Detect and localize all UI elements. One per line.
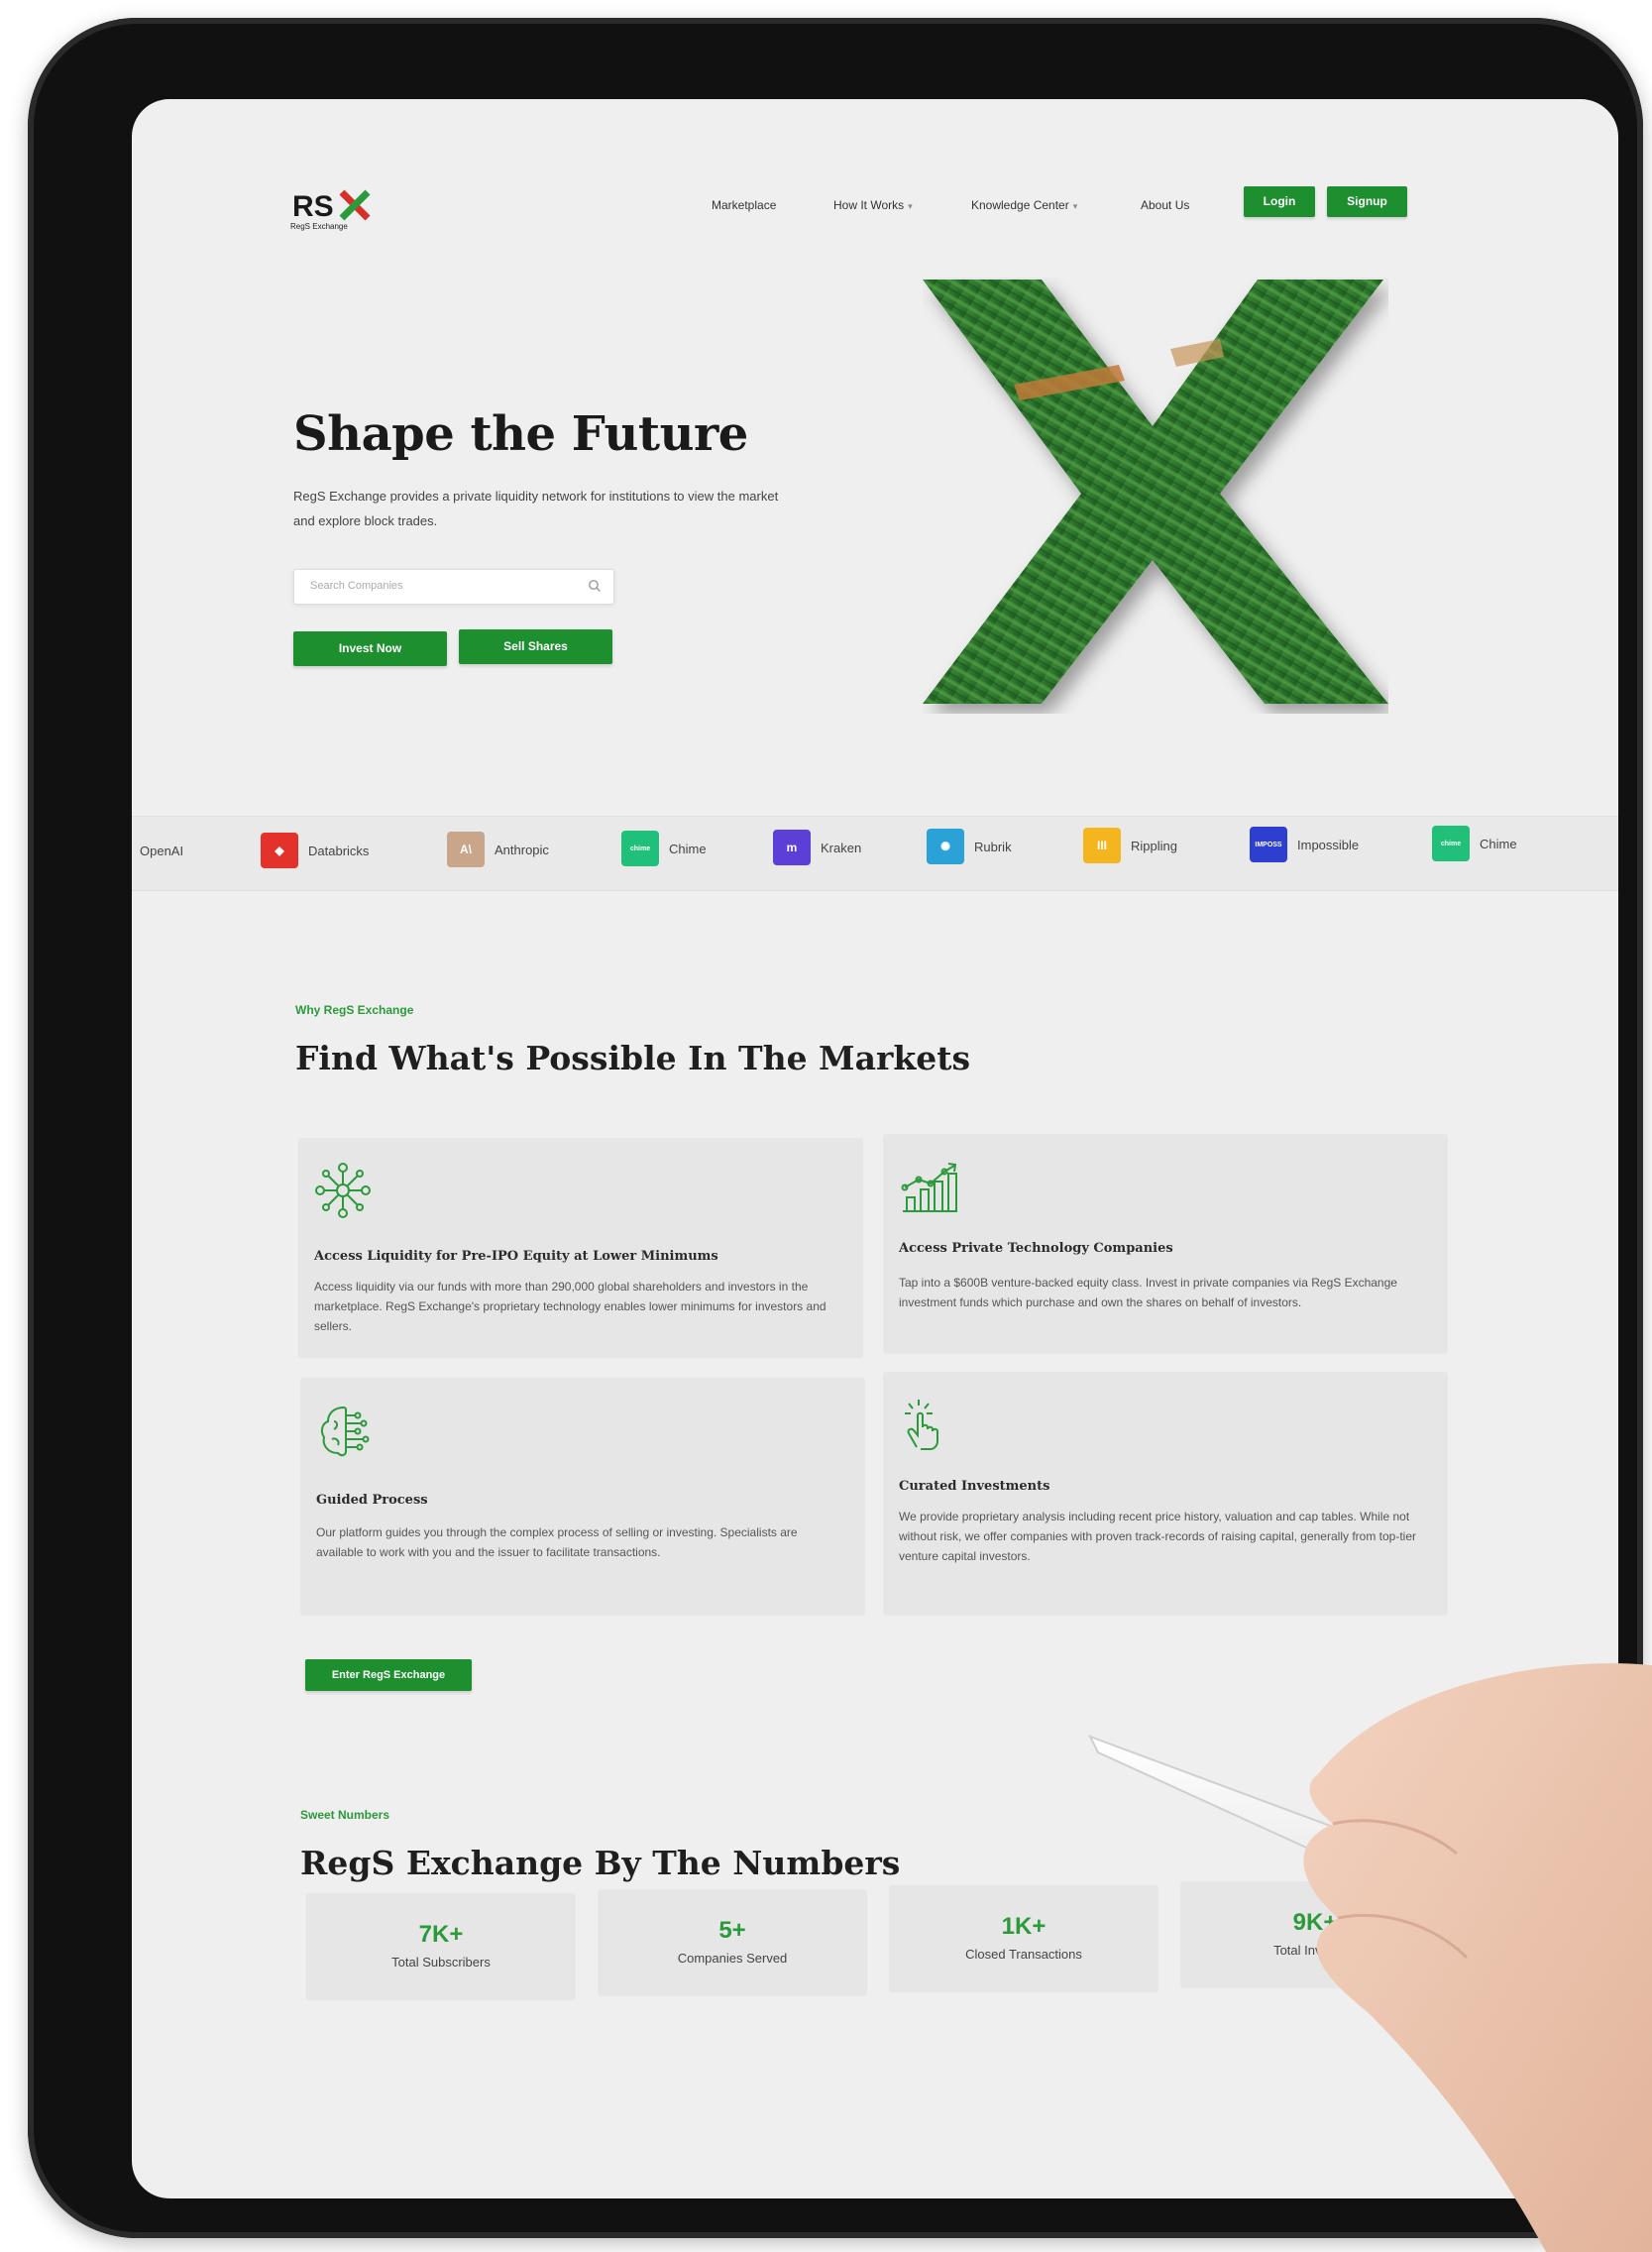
- company-logo-chime[interactable]: chime Chime: [621, 831, 707, 866]
- company-logo-openai[interactable]: OpenAI: [132, 833, 183, 868]
- card-title: Curated Investments: [899, 1479, 1050, 1494]
- hero-x-image: [923, 278, 1388, 714]
- login-button[interactable]: Login: [1244, 186, 1315, 217]
- why-eyebrow: Why RegS Exchange: [295, 1003, 414, 1017]
- feature-card-private-tech: Access Private Technology Companies Tap …: [883, 1134, 1448, 1354]
- company-name: Databricks: [308, 843, 370, 858]
- nav-label: How It Works: [833, 198, 905, 212]
- company-badge-icon: m: [773, 830, 811, 865]
- search-icon: [588, 579, 602, 598]
- numbers-eyebrow: Sweet Numbers: [300, 1808, 390, 1822]
- nav-how-it-works[interactable]: How It Works ▾: [833, 198, 913, 212]
- card-title: Guided Process: [316, 1493, 428, 1508]
- growth-chart-icon: [899, 1158, 960, 1220]
- logo-mark: RS: [292, 189, 371, 223]
- company-badge-icon: chime: [1432, 826, 1470, 861]
- why-title: Find What's Possible In The Markets: [295, 1039, 971, 1077]
- stat-value: 1K+: [1001, 1913, 1046, 1940]
- company-badge-icon: ✺: [927, 829, 964, 864]
- nav-about-us[interactable]: About Us: [1141, 198, 1189, 212]
- stat-label: Total Subscribers: [391, 1955, 491, 1970]
- tap-hand-icon: [899, 1396, 954, 1460]
- numbers-title: RegS Exchange By The Numbers: [300, 1844, 901, 1882]
- search-placeholder: Search Companies: [310, 580, 403, 592]
- logo-subtitle: RegS Exchange: [290, 222, 348, 231]
- stat-value: 5+: [718, 1917, 746, 1944]
- stat-card: 5+ Companies Served: [598, 1889, 867, 1996]
- stat-card: 7K+ Total Subscribers: [306, 1893, 576, 2000]
- nav-label: About Us: [1141, 198, 1190, 212]
- network-icon: [314, 1162, 372, 1224]
- card-body: Access liquidity via our funds with more…: [314, 1280, 826, 1333]
- brain-circuit-icon: [316, 1402, 376, 1466]
- nav-knowledge-center[interactable]: Knowledge Center ▾: [971, 198, 1077, 212]
- hero-description: RegS Exchange provides a private liquidi…: [293, 489, 779, 528]
- tablet-screen: RS RegS Exchange Marketplace How It Work…: [132, 99, 1618, 2198]
- company-badge-icon: III: [1083, 828, 1121, 863]
- feature-card-liquidity: Access Liquidity for Pre-IPO Equity at L…: [298, 1138, 863, 1358]
- company-badge-icon: ◆: [261, 833, 298, 868]
- company-badge-icon: [132, 833, 136, 868]
- company-name: Anthropic: [495, 842, 549, 857]
- svg-text:RS: RS: [292, 190, 334, 223]
- company-logo-kraken[interactable]: m Kraken: [773, 830, 861, 865]
- company-logo-chime[interactable]: chime Chime: [1432, 826, 1517, 861]
- stat-card: 1K+ Closed Transactions: [889, 1885, 1158, 1992]
- feature-card-curated: Curated Investments We provide proprieta…: [883, 1372, 1448, 1616]
- card-body: We provide proprietary analysis includin…: [899, 1510, 1416, 1563]
- regs-exchange-logo[interactable]: RS RegS Exchange: [290, 186, 380, 234]
- company-name: Rubrik: [974, 839, 1012, 854]
- company-name: Chime: [669, 841, 707, 856]
- stat-value: 9K+: [1292, 1909, 1338, 1936]
- company-badge-icon: chime: [621, 831, 659, 866]
- tablet-frame: RS RegS Exchange Marketplace How It Work…: [28, 18, 1643, 2238]
- company-name: OpenAI: [140, 843, 184, 858]
- card-title: Access Liquidity for Pre-IPO Equity at L…: [314, 1249, 718, 1264]
- chevron-down-icon: ▾: [908, 201, 913, 211]
- company-name: Kraken: [821, 840, 862, 855]
- chevron-down-icon: ▾: [1072, 201, 1078, 211]
- feature-card-guided: Guided Process Our platform guides you t…: [300, 1378, 865, 1616]
- stat-label: Total Investors: [1273, 1943, 1357, 1958]
- stat-card: 9K+ Total Investors: [1180, 1881, 1450, 1988]
- company-badge-icon: A\: [447, 832, 485, 867]
- company-logo-rubrik[interactable]: ✺ Rubrik: [927, 829, 1012, 864]
- nav-label: Marketplace: [712, 198, 777, 212]
- enter-regs-exchange-button[interactable]: Enter RegS Exchange: [305, 1659, 472, 1691]
- company-badge-icon: IMPOSS: [1250, 827, 1287, 862]
- card-body: Tap into a $600B venture-backed equity c…: [899, 1276, 1397, 1309]
- signup-button[interactable]: Signup: [1327, 186, 1407, 217]
- company-logo-anthropic[interactable]: A\ Anthropic: [447, 832, 549, 867]
- company-name: Rippling: [1131, 838, 1177, 853]
- company-logo-databricks[interactable]: ◆ Databricks: [261, 833, 369, 868]
- company-logo-rippling[interactable]: III Rippling: [1083, 828, 1177, 863]
- company-logo-impossible[interactable]: IMPOSS Impossible: [1250, 827, 1359, 862]
- company-name: Chime: [1480, 836, 1517, 851]
- sell-shares-button[interactable]: Sell Shares: [459, 629, 612, 664]
- nav-label: Knowledge Center: [971, 198, 1069, 212]
- search-input[interactable]: Search Companies: [293, 569, 614, 605]
- stat-label: Companies Served: [677, 1951, 788, 1966]
- stat-value: 7K+: [418, 1921, 464, 1948]
- company-name: Impossible: [1297, 837, 1360, 852]
- stat-label: Closed Transactions: [965, 1947, 1082, 1962]
- nav-marketplace[interactable]: Marketplace: [712, 198, 776, 212]
- hero-title: Shape the Future: [293, 406, 748, 462]
- card-body: Our platform guides you through the comp…: [316, 1525, 798, 1559]
- invest-now-button[interactable]: Invest Now: [293, 631, 447, 666]
- card-title: Access Private Technology Companies: [899, 1241, 1173, 1256]
